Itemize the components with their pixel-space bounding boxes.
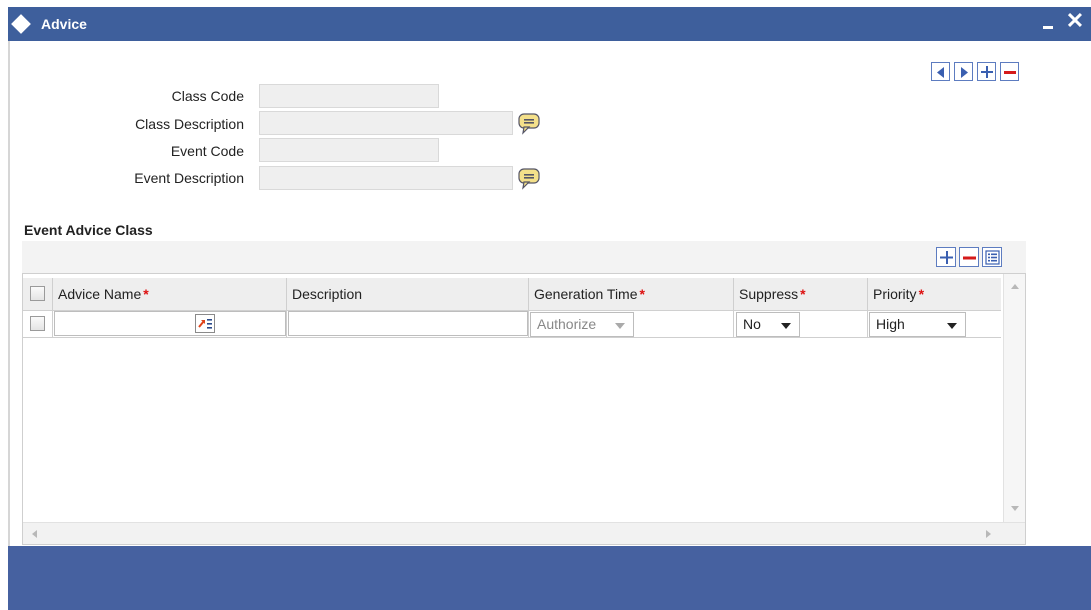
header-description-label: Description (292, 286, 363, 302)
header-suppress: Suppress * (734, 278, 868, 311)
grid-header: Advice Name * Description Generation Time… (23, 278, 1001, 311)
chevron-down-icon (615, 323, 625, 329)
speech-bubble-icon (518, 113, 540, 135)
single-view-icon (985, 250, 1000, 265)
delete-row-button[interactable] (959, 247, 979, 267)
class-description-lookup-button[interactable] (517, 111, 543, 135)
table-row-generation-time-cell: Authorize (529, 311, 734, 338)
grid-toolbar (22, 241, 1026, 273)
scroll-left-icon[interactable] (32, 530, 37, 538)
header-generation-time: Generation Time * (529, 278, 734, 311)
select-all-checkbox[interactable] (30, 286, 45, 301)
class-description-label: Class Description (135, 116, 244, 132)
priority-value: High (876, 316, 905, 332)
window-diamond-icon (11, 14, 31, 34)
add-row-button[interactable] (936, 247, 956, 267)
scroll-up-icon[interactable] (1011, 284, 1019, 289)
next-record-button[interactable] (954, 62, 973, 81)
required-marker: * (918, 286, 925, 302)
suppress-select[interactable]: No (736, 312, 800, 337)
window-titlebar: Advice ✕ (8, 7, 1091, 41)
advice-name-input[interactable] (54, 311, 286, 336)
event-description-lookup-button[interactable] (517, 166, 543, 190)
header-description: Description (287, 278, 529, 311)
event-description-field[interactable] (259, 166, 513, 190)
add-record-button[interactable] (977, 62, 996, 81)
previous-icon (937, 67, 944, 78)
required-marker: * (800, 286, 806, 302)
table-row-description-cell (287, 311, 529, 338)
delete-row-icon (963, 256, 976, 260)
header-priority: Priority * (868, 278, 1001, 311)
row-checkbox[interactable] (30, 316, 45, 331)
required-marker: * (639, 286, 645, 302)
list-of-values-icon[interactable] (195, 314, 215, 333)
table-row-suppress-cell: No (734, 311, 868, 338)
required-marker: * (143, 286, 149, 302)
section-title: Event Advice Class (24, 222, 153, 238)
event-code-label: Event Code (170, 143, 244, 159)
table-row-priority-cell: High (868, 311, 1001, 338)
previous-record-button[interactable] (931, 62, 950, 81)
class-description-field[interactable] (259, 111, 513, 135)
scroll-down-icon[interactable] (1011, 506, 1019, 511)
event-advice-grid: Advice Name * Description Generation Time… (22, 273, 1026, 545)
class-code-label: Class Code (171, 88, 244, 104)
event-code-field[interactable] (259, 138, 439, 162)
header-priority-label: Priority (873, 286, 917, 302)
single-view-button[interactable] (982, 247, 1002, 267)
header-advice-name-label: Advice Name (58, 286, 142, 302)
add-row-icon (940, 251, 953, 264)
vertical-scrollbar[interactable] (1003, 274, 1025, 522)
minimize-icon[interactable] (1039, 13, 1057, 31)
header-select-all-cell (23, 278, 53, 311)
scroll-right-icon[interactable] (986, 530, 991, 538)
delete-record-button[interactable] (1000, 62, 1019, 81)
event-description-label: Event Description (134, 170, 244, 186)
delete-icon (1004, 71, 1016, 74)
generation-time-select[interactable]: Authorize (530, 312, 634, 337)
table-row-advice-name-cell (53, 311, 287, 338)
generation-time-value: Authorize (537, 316, 597, 332)
horizontal-scrollbar[interactable] (23, 522, 1025, 544)
close-icon[interactable]: ✕ (1064, 9, 1086, 33)
header-suppress-label: Suppress (739, 286, 799, 302)
table-row-select-cell (23, 311, 53, 338)
header-advice-name: Advice Name * (53, 278, 287, 311)
chevron-down-icon (781, 323, 791, 329)
priority-select[interactable]: High (869, 312, 966, 337)
suppress-value: No (743, 316, 761, 332)
next-icon (961, 67, 968, 78)
description-input[interactable] (288, 311, 528, 336)
header-generation-time-label: Generation Time (534, 286, 638, 302)
window-title: Advice (41, 16, 87, 32)
speech-bubble-icon (518, 168, 540, 190)
add-icon (981, 66, 993, 78)
class-code-field[interactable] (259, 84, 439, 108)
window-footer (8, 546, 1091, 610)
chevron-down-icon (947, 323, 957, 329)
